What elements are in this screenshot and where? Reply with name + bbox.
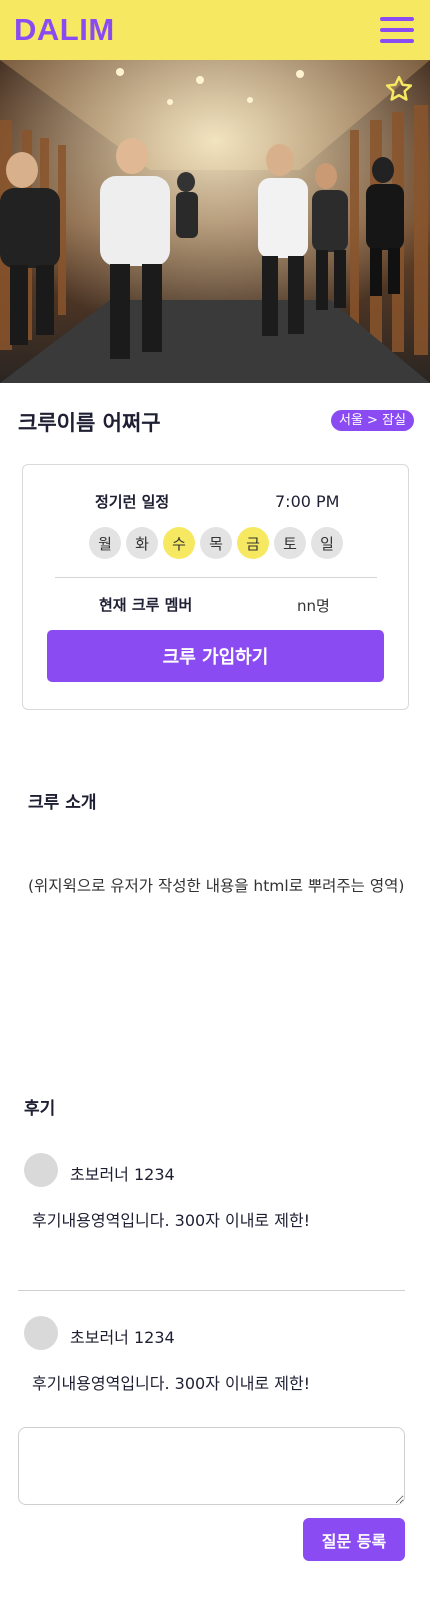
member-label: 현재 크루 멤버 xyxy=(99,596,193,614)
intro-body: (위지윅으로 유저가 작성한 내용을 html로 뿌려주는 영역) xyxy=(28,877,405,895)
review-author: 초보러너 1234 xyxy=(70,1328,175,1347)
weekday-selector: 월 화 수 목 금 토 일 xyxy=(89,527,343,559)
review-divider xyxy=(18,1290,405,1291)
day-thu: 목 xyxy=(200,527,232,559)
reviews-heading: 후기 xyxy=(24,1099,56,1119)
crew-name: 크루이름 어쩌구 xyxy=(18,411,161,435)
card-divider xyxy=(55,577,377,578)
question-input[interactable] xyxy=(18,1427,405,1505)
review-text: 후기내용영역입니다. 300자 이내로 제한! xyxy=(32,1211,311,1230)
day-mon: 월 xyxy=(89,527,121,559)
hamburger-menu-icon[interactable] xyxy=(380,17,414,43)
schedule-label: 정기런 일정 xyxy=(95,493,170,511)
intro-heading: 크루 소개 xyxy=(28,793,97,813)
join-crew-button[interactable]: 크루 가입하기 xyxy=(47,630,384,682)
member-count: nn명 xyxy=(297,597,330,615)
app-logo[interactable]: DALIM xyxy=(14,12,115,48)
region-badge: 서울 > 잠실 xyxy=(331,410,414,431)
day-tue: 화 xyxy=(126,527,158,559)
day-sun: 일 xyxy=(311,527,343,559)
app-header: DALIM xyxy=(0,0,430,60)
star-outline-icon[interactable] xyxy=(384,74,414,104)
crew-hero-image xyxy=(0,60,430,383)
review-text: 후기내용영역입니다. 300자 이내로 제한! xyxy=(32,1374,311,1393)
running-tunnel-photo xyxy=(0,60,430,383)
submit-question-button[interactable]: 질문 등록 xyxy=(303,1518,405,1561)
schedule-time: 7:00 PM xyxy=(275,492,340,511)
review-author: 초보러너 1234 xyxy=(70,1165,175,1184)
crew-info-card: 정기런 일정 7:00 PM 월 화 수 목 금 토 일 현재 크루 멤버 nn… xyxy=(22,464,409,710)
avatar xyxy=(24,1316,58,1350)
day-sat: 토 xyxy=(274,527,306,559)
day-wed: 수 xyxy=(163,527,195,559)
day-fri: 금 xyxy=(237,527,269,559)
avatar xyxy=(24,1153,58,1187)
